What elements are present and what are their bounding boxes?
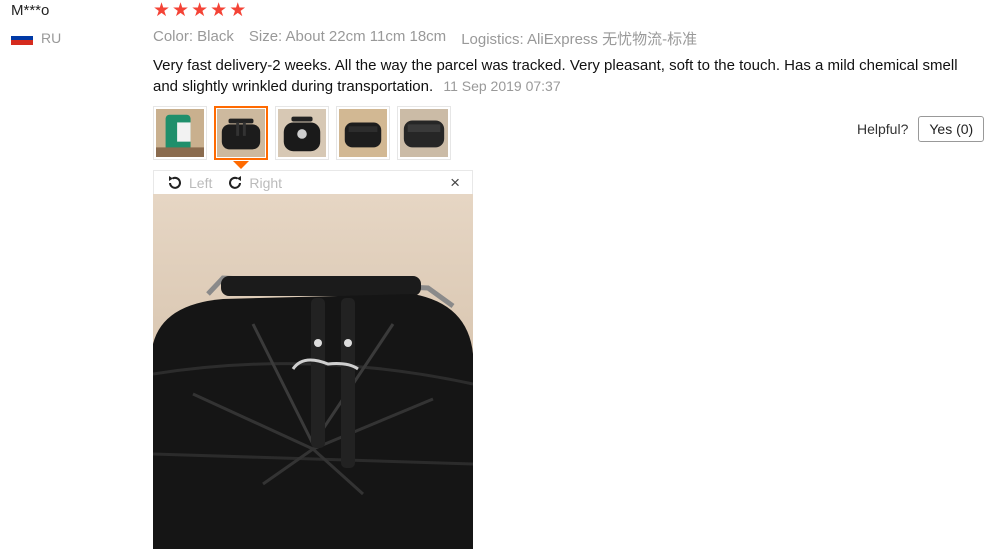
star-icon: ★ <box>153 0 171 21</box>
thumbnail-2[interactable] <box>214 106 268 160</box>
star-icon: ★ <box>172 0 190 21</box>
thumbnail-image <box>156 109 204 157</box>
selected-pointer-icon <box>233 161 249 169</box>
thumbnail-4[interactable] <box>336 106 390 160</box>
review-date: 11 Sep 2019 07:37 <box>443 78 561 94</box>
image-viewer-toolbar: Left Right × <box>153 170 473 194</box>
meta-logistics: Logistics: AliExpress 无忧物流-标准 <box>461 31 698 48</box>
review-meta: Color: Black Size: About 22cm 11cm 18cm … <box>153 28 697 49</box>
star-icon: ★ <box>210 0 228 21</box>
star-icon: ★ <box>191 0 209 21</box>
rotate-left-button[interactable]: Left <box>166 174 212 192</box>
rotate-left-icon <box>169 175 181 189</box>
thumbnail-image <box>339 109 387 157</box>
helpful-label: Helpful? <box>857 121 909 137</box>
review-body: Very fast delivery-2 weeks. All the way … <box>153 55 973 97</box>
meta-color: Color: Black <box>153 28 234 45</box>
handbag-image <box>153 194 473 549</box>
reviewer-country: RU <box>11 30 61 46</box>
thumbnail-image <box>217 109 265 157</box>
star-rating: ★ ★ ★ ★ ★ <box>153 1 246 21</box>
thumbnail-1[interactable] <box>153 106 207 160</box>
star-icon: ★ <box>229 0 247 21</box>
rotate-right-button[interactable]: Right <box>226 174 282 192</box>
thumbnail-strip <box>153 106 451 160</box>
thumbnail-3[interactable] <box>275 106 329 160</box>
thumbnail-image <box>278 109 326 157</box>
reviewer-name: M***o <box>11 2 50 19</box>
helpful-yes-button[interactable]: Yes (0) <box>918 116 985 142</box>
rotate-right-label: Right <box>249 174 283 191</box>
thumbnail-image <box>400 109 448 157</box>
helpful-section: Helpful? Yes (0) <box>857 116 985 142</box>
rotate-right-icon <box>229 175 242 189</box>
close-icon[interactable]: × <box>450 173 460 193</box>
thumbnail-5[interactable] <box>397 106 451 160</box>
country-code: RU <box>41 30 62 46</box>
meta-size: Size: About 22cm 11cm 18cm <box>248 28 447 45</box>
rotate-left-label: Left <box>189 174 213 191</box>
review-photo <box>153 194 473 549</box>
flag-icon <box>11 31 33 46</box>
